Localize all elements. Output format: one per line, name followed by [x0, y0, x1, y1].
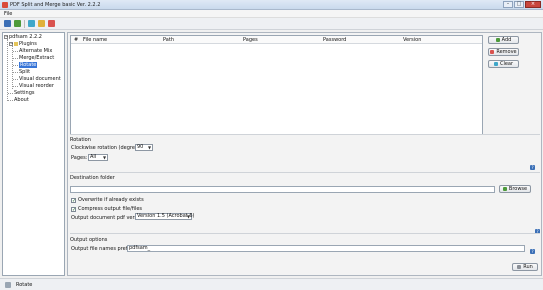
menu-bar: File: [0, 10, 543, 18]
section-divider: [70, 233, 540, 234]
tree-line: [13, 65, 18, 66]
plugin-tree: −pdfsam 2.2.2 − Plugins Alternate Mix Mer…: [2, 32, 65, 276]
help-icon[interactable]: ?: [530, 165, 535, 170]
prefix-input[interactable]: pdfsam_: [127, 245, 525, 252]
file-table[interactable]: # File name Path Pages Password Version: [70, 35, 483, 135]
section-divider: [70, 134, 540, 135]
collapse-icon[interactable]: −: [9, 41, 13, 46]
open-icon[interactable]: [14, 20, 21, 27]
toolbar: [0, 18, 543, 30]
tree-item-alternate-mix[interactable]: Alternate Mix: [19, 48, 52, 54]
envelope-icon[interactable]: [28, 20, 35, 27]
column-header[interactable]: Path: [163, 37, 174, 43]
compress-checkbox[interactable]: ✓ Compress output file/files: [71, 206, 142, 212]
clear-icon: [493, 62, 498, 66]
column-header[interactable]: #: [74, 37, 78, 43]
tree-line: [13, 86, 18, 87]
pen-icon[interactable]: [38, 20, 45, 27]
minus-icon: [490, 50, 495, 54]
output-section-title: Output options: [70, 237, 108, 243]
checkmark-icon: ✓: [71, 206, 77, 213]
main-panel: # File name Path Pages Password Version …: [67, 32, 542, 276]
app-icon: [2, 2, 8, 8]
menu-file[interactable]: File: [4, 11, 12, 17]
table-header: # File name Path Pages Password Version: [71, 36, 482, 44]
overwrite-checkbox[interactable]: ✓ Overwrite if already exists: [71, 197, 144, 203]
tree-line: [8, 100, 13, 101]
tree-line: [7, 39, 8, 101]
tree-line: [13, 79, 18, 80]
destination-folder-input[interactable]: [70, 186, 495, 193]
tree-line: [12, 46, 13, 89]
collapse-icon[interactable]: −: [4, 34, 8, 39]
pages-select[interactable]: All ▼: [88, 154, 108, 161]
tree-item-visual-reorder[interactable]: Visual reorder: [19, 83, 54, 89]
rotation-section-title: Rotation: [70, 137, 91, 143]
title-bar: PDF Split and Merge basic Ver. 2.2.2 – □…: [0, 0, 543, 10]
browse-button[interactable]: Browse: [499, 185, 531, 193]
column-header[interactable]: Password: [323, 37, 346, 43]
cancel-icon[interactable]: [48, 20, 55, 27]
status-bar: Rotate: [0, 278, 543, 290]
help-icon[interactable]: ?: [530, 249, 535, 254]
destination-section-title: Destination folder: [70, 175, 115, 181]
folder-icon: [14, 41, 18, 46]
rotate-icon: [5, 282, 11, 288]
plus-icon: [495, 38, 500, 42]
tree-item-merge-extract[interactable]: Merge/Extract: [19, 55, 54, 61]
tree-root[interactable]: −pdfsam 2.2.2: [4, 34, 42, 40]
tree-line: [8, 93, 13, 94]
chevron-down-icon: ▼: [187, 214, 191, 219]
prefix-label: Output file names prefix:: [71, 246, 134, 252]
tree-item-split[interactable]: Split: [19, 69, 30, 75]
folder-icon: [502, 187, 507, 191]
tree-about[interactable]: About: [14, 97, 29, 103]
checkmark-icon: ✓: [71, 197, 77, 204]
tree-settings[interactable]: Settings: [14, 90, 35, 96]
column-header[interactable]: Pages: [243, 37, 258, 43]
tree-item-visual-document[interactable]: Visual document: [19, 76, 61, 82]
maximize-button[interactable]: □: [514, 1, 524, 8]
close-button[interactable]: ×: [525, 1, 541, 8]
toolbar-separator: [24, 19, 25, 28]
run-button[interactable]: Run: [512, 263, 538, 271]
tree-line: [13, 58, 18, 59]
add-button[interactable]: Add: [488, 36, 519, 44]
pages-label: Pages:: [71, 155, 88, 161]
save-icon[interactable]: [4, 20, 11, 27]
remove-button[interactable]: Remove: [488, 48, 519, 56]
chevron-down-icon: ▼: [148, 145, 152, 150]
status-text: Rotate: [16, 282, 33, 288]
section-divider: [70, 172, 540, 173]
minimize-button[interactable]: –: [503, 1, 513, 8]
clockwise-label: Clockwise rotation (degrees):: [71, 145, 145, 151]
run-icon: [517, 265, 522, 269]
clear-button[interactable]: Clear: [488, 60, 519, 68]
tree-line: [13, 51, 18, 52]
tree-item-rotate[interactable]: Rotate: [19, 62, 38, 68]
chevron-down-icon: ▼: [103, 155, 107, 160]
window-title: PDF Split and Merge basic Ver. 2.2.2: [10, 2, 101, 8]
column-header[interactable]: Version: [403, 37, 421, 43]
tree-plugins[interactable]: − Plugins: [9, 41, 37, 47]
pdf-version-select[interactable]: Version 1.5 (Acrobat 6) ▼: [135, 213, 194, 220]
tree-line: [13, 72, 18, 73]
column-header[interactable]: File name: [83, 37, 107, 43]
rotation-select[interactable]: 90 ▼: [135, 144, 153, 151]
